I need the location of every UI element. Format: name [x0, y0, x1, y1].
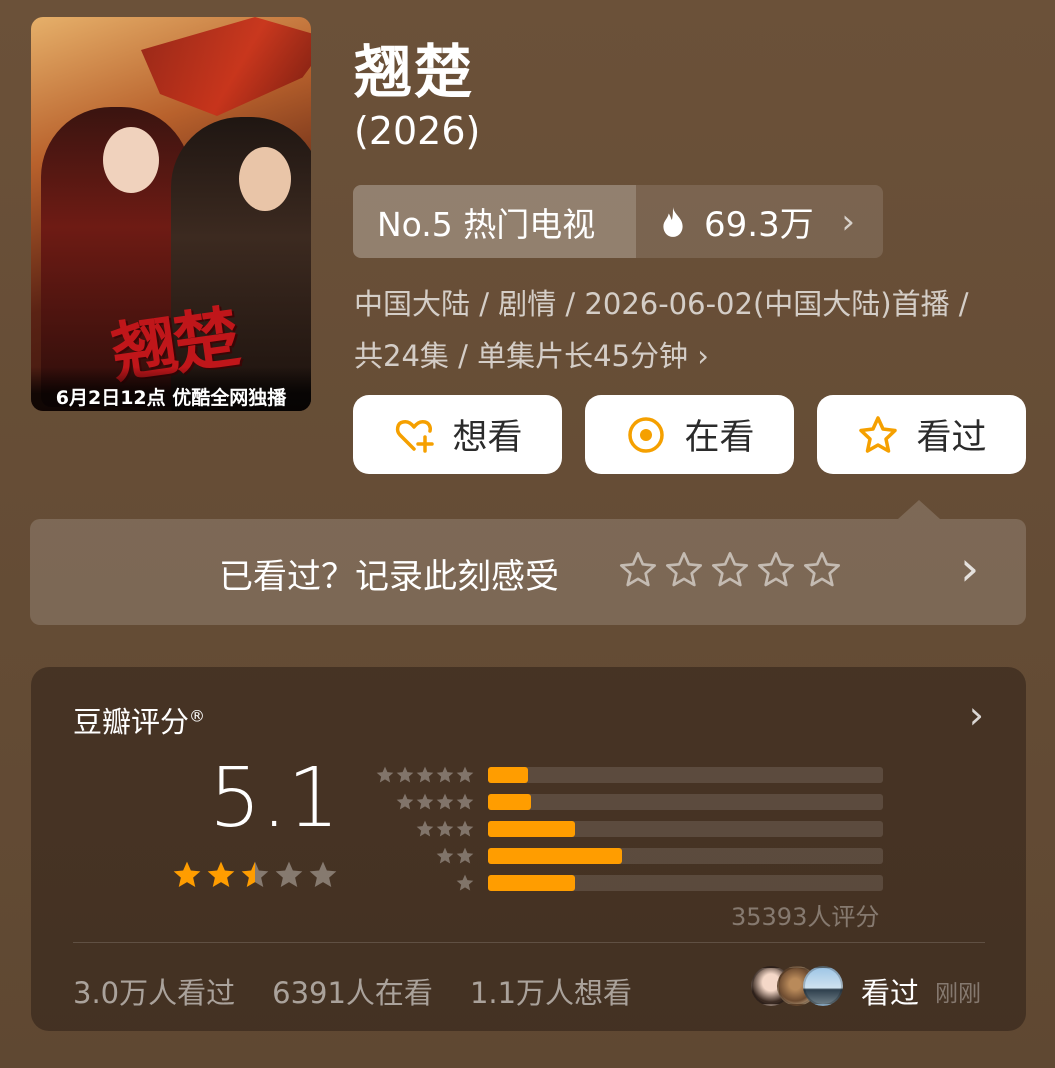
target-icon — [628, 416, 665, 453]
heat-section[interactable]: 69.3万 › — [636, 185, 883, 258]
release-year: (2026) — [354, 109, 481, 153]
action-buttons: 想看 在看 看过 — [353, 395, 1026, 474]
star-outline-icon[interactable] — [710, 550, 750, 590]
registered-mark: ® — [189, 706, 206, 726]
bar-fill — [488, 793, 532, 810]
star-icon — [436, 793, 454, 809]
bar-track — [488, 793, 883, 810]
fire-icon — [663, 206, 683, 237]
heart-plus-icon — [396, 419, 435, 453]
rating-label-text: 豆瓣评分 — [73, 705, 190, 739]
star-icon — [456, 874, 474, 890]
bar-stars — [371, 873, 475, 893]
watched-count[interactable]: 3.0万人看过 — [73, 970, 235, 1012]
bar-track — [488, 847, 883, 864]
star-outline-icon[interactable] — [802, 550, 842, 590]
rating-card: 豆瓣评分® › 5.1 35393人评分 3.0万人看过 6391人在看 1.1… — [31, 667, 1026, 1031]
poster-face-right — [239, 147, 291, 211]
rate-stars-input[interactable] — [618, 550, 842, 590]
poster-flag — [141, 17, 311, 116]
bar-stars — [371, 846, 475, 866]
star-icon — [456, 793, 474, 809]
star-icon — [396, 793, 414, 809]
watched-button[interactable]: 看过 — [817, 395, 1026, 474]
bar-fill — [488, 847, 623, 864]
star-icon — [376, 766, 394, 782]
star-icon — [416, 793, 434, 809]
poster-face-left — [103, 127, 159, 193]
rank-label: No.5 热门电视 — [353, 185, 636, 258]
star-outline-icon — [859, 415, 898, 453]
friend-status: 看过 — [861, 976, 920, 1010]
want-button[interactable]: 想看 — [353, 395, 562, 474]
page: 翘楚 6月2日12点 优酷全网独播 翘楚 (2026) No.5 热门电视 69… — [0, 0, 1055, 1068]
star-empty-icon — [275, 861, 303, 887]
poster-image[interactable]: 翘楚 6月2日12点 优酷全网独播 — [31, 17, 311, 411]
watching-count[interactable]: 6391人在看 — [272, 970, 433, 1012]
bar-track — [488, 766, 883, 783]
star-outline-icon[interactable] — [618, 550, 658, 590]
bar-fill — [488, 766, 528, 783]
friend-avatars[interactable] — [751, 966, 843, 1006]
star-icon — [456, 766, 474, 782]
star-filled-icon — [241, 861, 269, 887]
star-icon — [436, 847, 454, 863]
star-icon — [396, 766, 414, 782]
record-feeling-bar[interactable]: 已看过？记录此刻感受 › — [30, 519, 1026, 625]
watching-button[interactable]: 在看 — [585, 395, 794, 474]
rating-score: 5.1 — [209, 751, 340, 846]
chevron-right-icon: › — [841, 201, 855, 242]
record-prompt: 已看过？记录此刻感受 — [219, 557, 559, 597]
star-outline-icon[interactable] — [756, 550, 796, 590]
score-stars — [171, 859, 339, 891]
meta-line-2: 共24集 / 单集片长45分钟 › — [354, 339, 709, 373]
meta-info[interactable]: 中国大陆 / 剧情 / 2026-06-02(中国大陆)首播 / 共24集 / … — [354, 278, 1034, 382]
rating-bar-row — [371, 815, 883, 842]
rating-distribution — [371, 761, 883, 896]
meta-line-1: 中国大陆 / 剧情 / 2026-06-02(中国大陆)首播 / — [354, 287, 969, 321]
star-icon — [436, 820, 454, 836]
star-filled-icon — [173, 861, 201, 887]
star-icon — [416, 766, 434, 782]
rank-pill[interactable]: No.5 热门电视 69.3万 › — [353, 185, 883, 258]
want-label: 想看 — [452, 418, 523, 458]
watched-label: 看过 — [916, 418, 987, 458]
rating-bar-row — [371, 842, 883, 869]
star-filled-icon — [207, 861, 235, 887]
bar-fill — [488, 874, 575, 891]
rating-bar-row — [371, 788, 883, 815]
bar-track — [488, 874, 883, 891]
chevron-right-icon[interactable]: › — [969, 693, 984, 737]
bar-stars — [371, 819, 475, 839]
popover-caret — [898, 500, 940, 519]
star-icon — [416, 820, 434, 836]
bar-stars — [371, 792, 475, 812]
rating-count: 35393人评分 — [731, 903, 880, 931]
rating-bar-row — [371, 761, 883, 788]
star-outline-icon[interactable] — [664, 550, 704, 590]
poster-caption: 6月2日12点 优酷全网独播 — [31, 367, 311, 411]
want-count[interactable]: 1.1万人想看 — [470, 970, 632, 1012]
star-empty-icon — [309, 861, 337, 887]
rating-bar-row — [371, 869, 883, 896]
star-icon — [456, 820, 474, 836]
avatar — [803, 966, 843, 1006]
rating-label: 豆瓣评分® — [73, 699, 205, 741]
page-title: 翘楚 — [354, 38, 475, 106]
watching-label: 在看 — [684, 418, 755, 458]
bar-fill — [488, 820, 575, 837]
star-icon — [456, 847, 474, 863]
friend-time: 刚刚 — [935, 981, 981, 1007]
bar-track — [488, 820, 883, 837]
heat-value: 69.3万 — [704, 205, 814, 245]
stats-row: 3.0万人看过 6391人在看 1.1万人想看 — [73, 970, 632, 1012]
bar-stars — [371, 765, 475, 785]
divider — [73, 942, 985, 943]
star-icon — [436, 766, 454, 782]
chevron-right-icon: › — [960, 541, 980, 597]
